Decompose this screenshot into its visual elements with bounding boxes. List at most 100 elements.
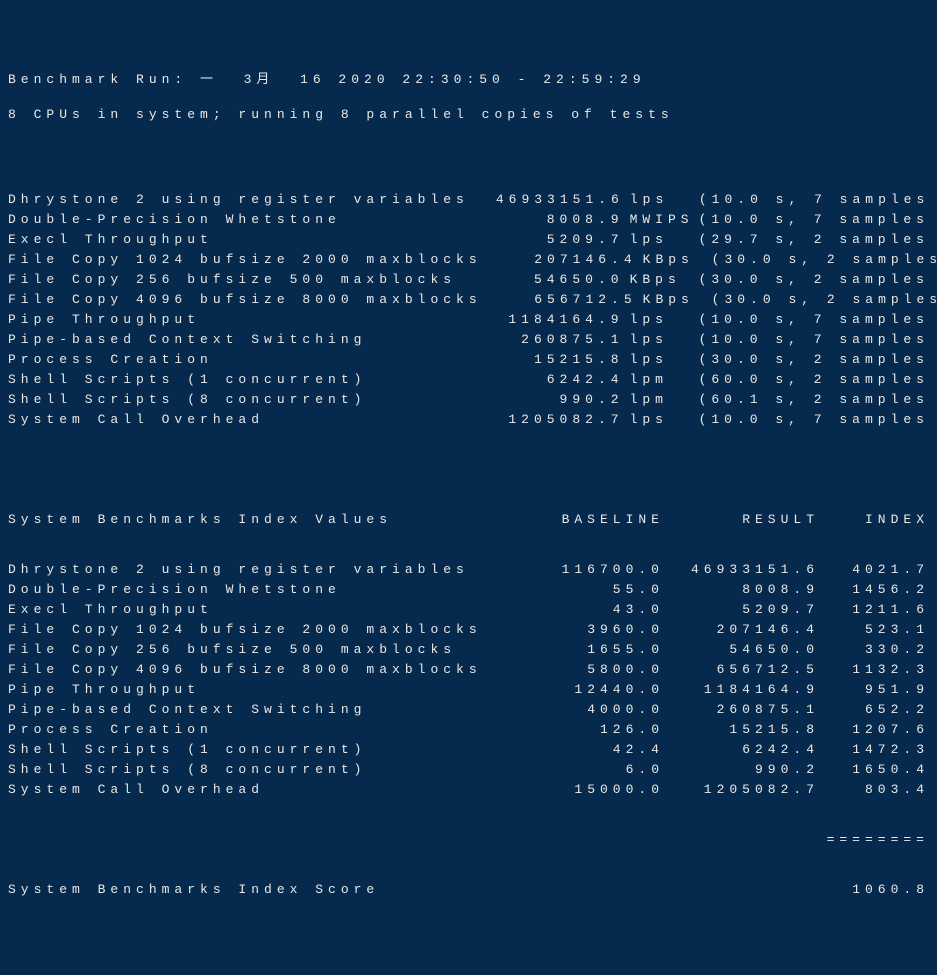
index-result: 15215.8 <box>664 720 819 740</box>
test-name: Execl Throughput <box>8 230 213 250</box>
index-test-name: Pipe-based Context Switching <box>8 700 366 720</box>
index-value: 1211.6 <box>819 600 929 620</box>
index-result: 990.2 <box>664 760 819 780</box>
index-value: 523.1 <box>819 620 929 640</box>
index-row: Shell Scripts (1 concurrent)42.46242.414… <box>8 740 929 760</box>
index-test-name: Double-Precision Whetstone <box>8 580 341 600</box>
test-value: 8008.9 <box>469 210 624 230</box>
test-value: 6242.4 <box>469 370 624 390</box>
index-test-name: Dhrystone 2 using register variables <box>8 560 469 580</box>
cpu-info-header: 8 CPUs in system; running 8 parallel cop… <box>8 105 929 125</box>
test-duration: (10.0 s, 7 samples <box>699 330 929 350</box>
index-baseline: 116700.0 <box>544 560 664 580</box>
test-unit: lps <box>624 330 699 350</box>
index-test-name: Shell Scripts (8 concurrent) <box>8 760 366 780</box>
test-name: Pipe-based Context Switching <box>8 330 366 350</box>
test-unit: lps <box>624 350 699 370</box>
index-result: 260875.1 <box>664 700 819 720</box>
index-value: 652.2 <box>819 700 929 720</box>
index-row: Double-Precision Whetstone55.08008.91456… <box>8 580 929 600</box>
score-row: System Benchmarks Index Score 1060.8 <box>8 880 929 900</box>
test-value: 990.2 <box>469 390 624 410</box>
index-row: File Copy 4096 bufsize 8000 maxblocks 580… <box>8 660 929 680</box>
test-name: System Call Overhead <box>8 410 264 430</box>
index-baseline: 12440.0 <box>544 680 664 700</box>
test-unit: KBps <box>624 270 699 290</box>
test-row: Process Creation15215.8lps(30.0 s, 2 sam… <box>8 350 929 370</box>
test-duration: (10.0 s, 7 samples <box>699 310 929 330</box>
index-header-title: System Benchmarks Index Values <box>8 510 392 530</box>
score-label: System Benchmarks Index Score <box>8 880 379 900</box>
test-row: Pipe-based Context Switching 260875.1lps(… <box>8 330 929 350</box>
test-name: File Copy 256 bufsize 500 maxblocks <box>8 270 456 290</box>
index-header-baseline: BASELINE <box>544 510 664 530</box>
index-value: 1472.3 <box>819 740 929 760</box>
index-row: Shell Scripts (8 concurrent)6.0990.21650… <box>8 760 929 780</box>
index-values-section: Dhrystone 2 using register variables 1167… <box>8 560 929 800</box>
test-row: File Copy 4096 bufsize 8000 maxblocks656… <box>8 290 929 310</box>
test-row: Double-Precision Whetstone 8008.9MWIPS(10… <box>8 210 929 230</box>
index-result: 1184164.9 <box>664 680 819 700</box>
index-test-name: File Copy 4096 bufsize 8000 maxblocks <box>8 660 482 680</box>
test-name: File Copy 4096 bufsize 8000 maxblocks <box>8 290 482 310</box>
test-row: System Call Overhead 1205082.7lps(10.0 s,… <box>8 410 929 430</box>
test-value: 54650.0 <box>469 270 624 290</box>
test-name: Shell Scripts (8 concurrent) <box>8 390 366 410</box>
test-unit: KBps <box>637 290 712 310</box>
blank-line <box>8 140 929 160</box>
test-duration: (30.0 s, 2 samples <box>699 270 929 290</box>
test-duration: (30.0 s, 2 samples <box>699 350 929 370</box>
test-value: 1184164.9 <box>469 310 624 330</box>
index-result: 6242.4 <box>664 740 819 760</box>
test-unit: lps <box>624 410 699 430</box>
index-row: Pipe-based Context Switching 4000.0260875… <box>8 700 929 720</box>
index-row: System Call Overhead 15000.01205082.7803.… <box>8 780 929 800</box>
test-name: Pipe Throughput <box>8 310 200 330</box>
test-row: File Copy 256 bufsize 500 maxblocks 54650… <box>8 270 929 290</box>
test-row: Pipe Throughput 1184164.9lps(10.0 s, 7 sa… <box>8 310 929 330</box>
test-row: File Copy 1024 bufsize 2000 maxblocks207… <box>8 250 929 270</box>
index-result: 1205082.7 <box>664 780 819 800</box>
index-baseline: 15000.0 <box>544 780 664 800</box>
index-row: File Copy 1024 bufsize 2000 maxblocks 396… <box>8 620 929 640</box>
test-row: Dhrystone 2 using register variables4693… <box>8 190 929 210</box>
index-test-name: System Call Overhead <box>8 780 264 800</box>
index-baseline: 3960.0 <box>544 620 664 640</box>
separator-row: ======== <box>8 830 929 850</box>
index-value: 330.2 <box>819 640 929 660</box>
test-value: 15215.8 <box>469 350 624 370</box>
index-header-index: INDEX <box>819 510 929 530</box>
index-value: 803.4 <box>819 780 929 800</box>
index-test-name: Pipe Throughput <box>8 680 200 700</box>
index-test-name: File Copy 1024 bufsize 2000 maxblocks <box>8 620 482 640</box>
test-value: 260875.1 <box>469 330 624 350</box>
index-header-result: RESULT <box>664 510 819 530</box>
index-value: 951.9 <box>819 680 929 700</box>
test-value: 5209.7 <box>469 230 624 250</box>
index-row: Execl Throughput43.05209.71211.6 <box>8 600 929 620</box>
index-result: 207146.4 <box>664 620 819 640</box>
index-row: File Copy 256 bufsize 500 maxblocks1655.… <box>8 640 929 660</box>
index-row: Pipe Throughput 12440.01184164.9951.9 <box>8 680 929 700</box>
benchmark-run-header: Benchmark Run: 一 3月 16 2020 22:30:50 - 2… <box>8 70 929 90</box>
test-duration: (10.0 s, 7 samples <box>699 410 929 430</box>
index-baseline: 4000.0 <box>544 700 664 720</box>
index-baseline: 43.0 <box>544 600 664 620</box>
index-value: 1456.2 <box>819 580 929 600</box>
test-duration: (29.7 s, 2 samples <box>699 230 929 250</box>
index-baseline: 5800.0 <box>544 660 664 680</box>
test-unit: MWIPS <box>624 210 699 230</box>
test-unit: KBps <box>637 250 712 270</box>
index-result: 8008.9 <box>664 580 819 600</box>
index-test-name: Process Creation <box>8 720 213 740</box>
index-baseline: 42.4 <box>544 740 664 760</box>
test-unit: lps <box>624 310 699 330</box>
index-value: 4021.7 <box>819 560 929 580</box>
test-name: Double-Precision Whetstone <box>8 210 341 230</box>
test-value: 207146.4 <box>482 250 637 270</box>
index-header-row: System Benchmarks Index Values BASELINE … <box>8 510 929 530</box>
test-duration: (10.0 s, 7 samples <box>699 210 929 230</box>
test-value: 46933151.6 <box>469 190 624 210</box>
test-value: 1205082.7 <box>469 410 624 430</box>
index-result: 46933151.6 <box>664 560 819 580</box>
